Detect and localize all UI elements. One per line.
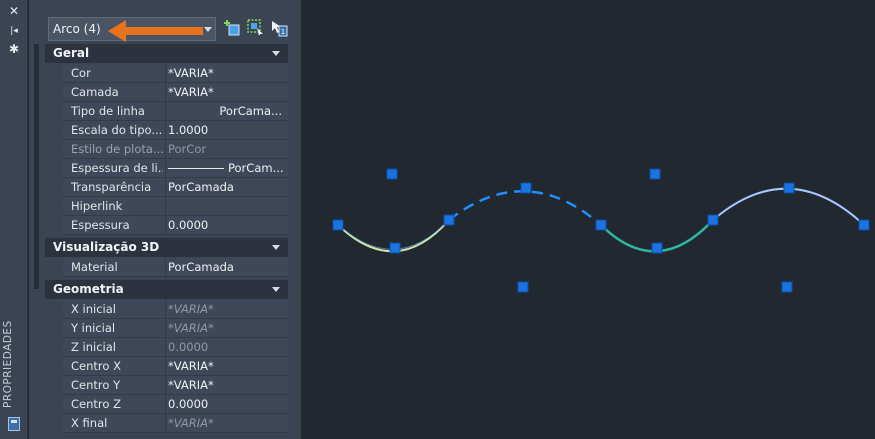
prop-row-centro-z[interactable]: Centro Z 0.0000	[63, 395, 288, 414]
quick-calc-icon[interactable]	[8, 417, 20, 431]
prop-row-hiperlink[interactable]: Hiperlink	[63, 197, 288, 216]
prop-row-espessura-linha[interactable]: Espessura de li... PorCam...	[63, 159, 288, 178]
grip-midpoint[interactable]	[651, 242, 663, 254]
grip-endpoint[interactable]	[443, 214, 455, 226]
prop-row-centro-y[interactable]: Centro Y *VARIA*	[63, 376, 288, 395]
section-title: Visualização 3D	[53, 240, 160, 254]
section-geral[interactable]: Geral	[45, 44, 288, 63]
prop-label: Material	[71, 260, 118, 274]
prop-row-cor[interactable]: Cor *VARIA*	[63, 64, 288, 83]
prop-label: Cor	[71, 66, 91, 80]
prop-label: Z inicial	[71, 340, 116, 354]
prop-label: X inicial	[71, 302, 116, 316]
prop-row-escala-tipo-linha[interactable]: Escala do tipo... 1.0000	[63, 121, 288, 140]
grip-center[interactable]	[386, 168, 398, 180]
prop-row-centro-x[interactable]: Centro X *VARIA*	[63, 357, 288, 376]
prop-value[interactable]: 0.0000	[168, 395, 286, 413]
prop-row-espessura[interactable]: Espessura 0.0000	[63, 216, 288, 235]
prop-label: Camada	[71, 85, 119, 99]
svg-text:1: 1	[281, 28, 285, 36]
prop-value[interactable]: PorCamada	[168, 178, 286, 196]
prop-label: Espessura	[71, 218, 130, 232]
prop-label: Centro X	[71, 359, 121, 373]
lineweight-sample	[168, 168, 224, 169]
grip-endpoint[interactable]	[332, 219, 344, 231]
prop-label: Y inicial	[71, 321, 116, 335]
prop-label: Centro Z	[71, 397, 121, 411]
arc-4[interactable]	[712, 187, 865, 226]
prop-row-tipo-de-linha[interactable]: Tipo de linha PorCama...	[63, 102, 288, 121]
prop-value[interactable]: *VARIA*	[168, 64, 286, 82]
prop-value[interactable]: *VARIA*	[168, 357, 286, 375]
callout-arrow	[108, 20, 203, 42]
prop-value[interactable]: 1.0000	[168, 121, 286, 139]
prop-label: Tipo de linha	[71, 104, 145, 118]
prop-row-y-inicial[interactable]: Y inicial *VARIA*	[63, 319, 288, 338]
prop-row-camada[interactable]: Camada *VARIA*	[63, 83, 288, 102]
arc-2[interactable]	[448, 190, 602, 226]
prop-label: Transparência	[71, 180, 152, 194]
auto-hide-icon[interactable]: |◂	[6, 24, 22, 38]
drawing-canvas[interactable]	[301, 0, 875, 439]
prop-row-x-inicial[interactable]: X inicial *VARIA*	[63, 300, 288, 319]
prop-label: Hiperlink	[71, 199, 123, 213]
grip-center[interactable]	[517, 281, 529, 293]
chevron-down-icon	[272, 287, 280, 292]
add-to-selection-icon[interactable]	[223, 19, 241, 37]
prop-row-transparencia[interactable]: Transparência PorCamada	[63, 178, 288, 197]
object-type-value: Arco (4)	[53, 22, 101, 36]
quick-select-icon[interactable]	[247, 19, 265, 37]
app-window: ✕ |◂ ✱ PROPRIEDADES Arco (4) 1 Geral Cor…	[0, 0, 875, 439]
grip-center[interactable]	[649, 168, 661, 180]
prop-label: Estilo de plota...	[71, 142, 163, 156]
close-icon[interactable]: ✕	[6, 4, 22, 18]
grip-endpoint[interactable]	[707, 214, 719, 226]
section-title: Geral	[53, 46, 90, 60]
prop-row-x-final[interactable]: X final *VARIA*	[63, 414, 288, 433]
chevron-down-icon	[272, 245, 280, 250]
settings-icon[interactable]: ✱	[6, 42, 22, 56]
prop-label: Escala do tipo...	[71, 123, 163, 137]
prop-value[interactable]: 0.0000	[168, 216, 286, 234]
grip-endpoint[interactable]	[595, 219, 607, 231]
panel-scroll-track[interactable]	[34, 44, 39, 289]
prop-label: X final	[71, 416, 108, 430]
grip-midpoint[interactable]	[520, 182, 532, 194]
grip-midpoint[interactable]	[389, 242, 401, 254]
palette-strip: ✕ |◂ ✱ PROPRIEDADES	[0, 0, 28, 439]
prop-value[interactable]: *VARIA*	[168, 83, 286, 101]
prop-value: *VARIA*	[168, 416, 214, 430]
section-visualizacao-3d[interactable]: Visualização 3D	[45, 238, 288, 257]
prop-value[interactable]: PorCam...	[168, 159, 286, 177]
prop-value: PorCor	[168, 142, 207, 156]
chevron-down-icon	[204, 27, 212, 32]
prop-value[interactable]: *VARIA*	[168, 376, 286, 394]
chevron-down-icon	[272, 51, 280, 56]
prop-row-z-inicial[interactable]: Z inicial 0.0000	[63, 338, 288, 357]
prop-value[interactable]: PorCama...	[168, 102, 286, 120]
prop-label: Espessura de li...	[71, 161, 163, 175]
section-geometria[interactable]: Geometria	[45, 280, 288, 299]
prop-label: Centro Y	[71, 378, 121, 392]
section-gutter	[45, 63, 63, 235]
toggle-pickadd-icon[interactable]: 1	[270, 19, 288, 37]
prop-row-material[interactable]: Material PorCamada	[63, 258, 288, 277]
prop-value: *VARIA*	[168, 302, 214, 316]
prop-value[interactable]: PorCamada	[168, 258, 286, 276]
prop-value: 0.0000	[168, 340, 209, 354]
prop-row-estilo-plotagem[interactable]: Estilo de plota... PorCor	[63, 140, 288, 159]
prop-value: *VARIA*	[168, 321, 214, 335]
section-title: Geometria	[53, 282, 124, 296]
grip-endpoint[interactable]	[858, 219, 870, 231]
grip-center[interactable]	[781, 281, 793, 293]
properties-panel: Arco (4) 1 Geral Cor *VARIA* Camada *VAR…	[29, 0, 301, 439]
grip-midpoint[interactable]	[783, 182, 795, 194]
